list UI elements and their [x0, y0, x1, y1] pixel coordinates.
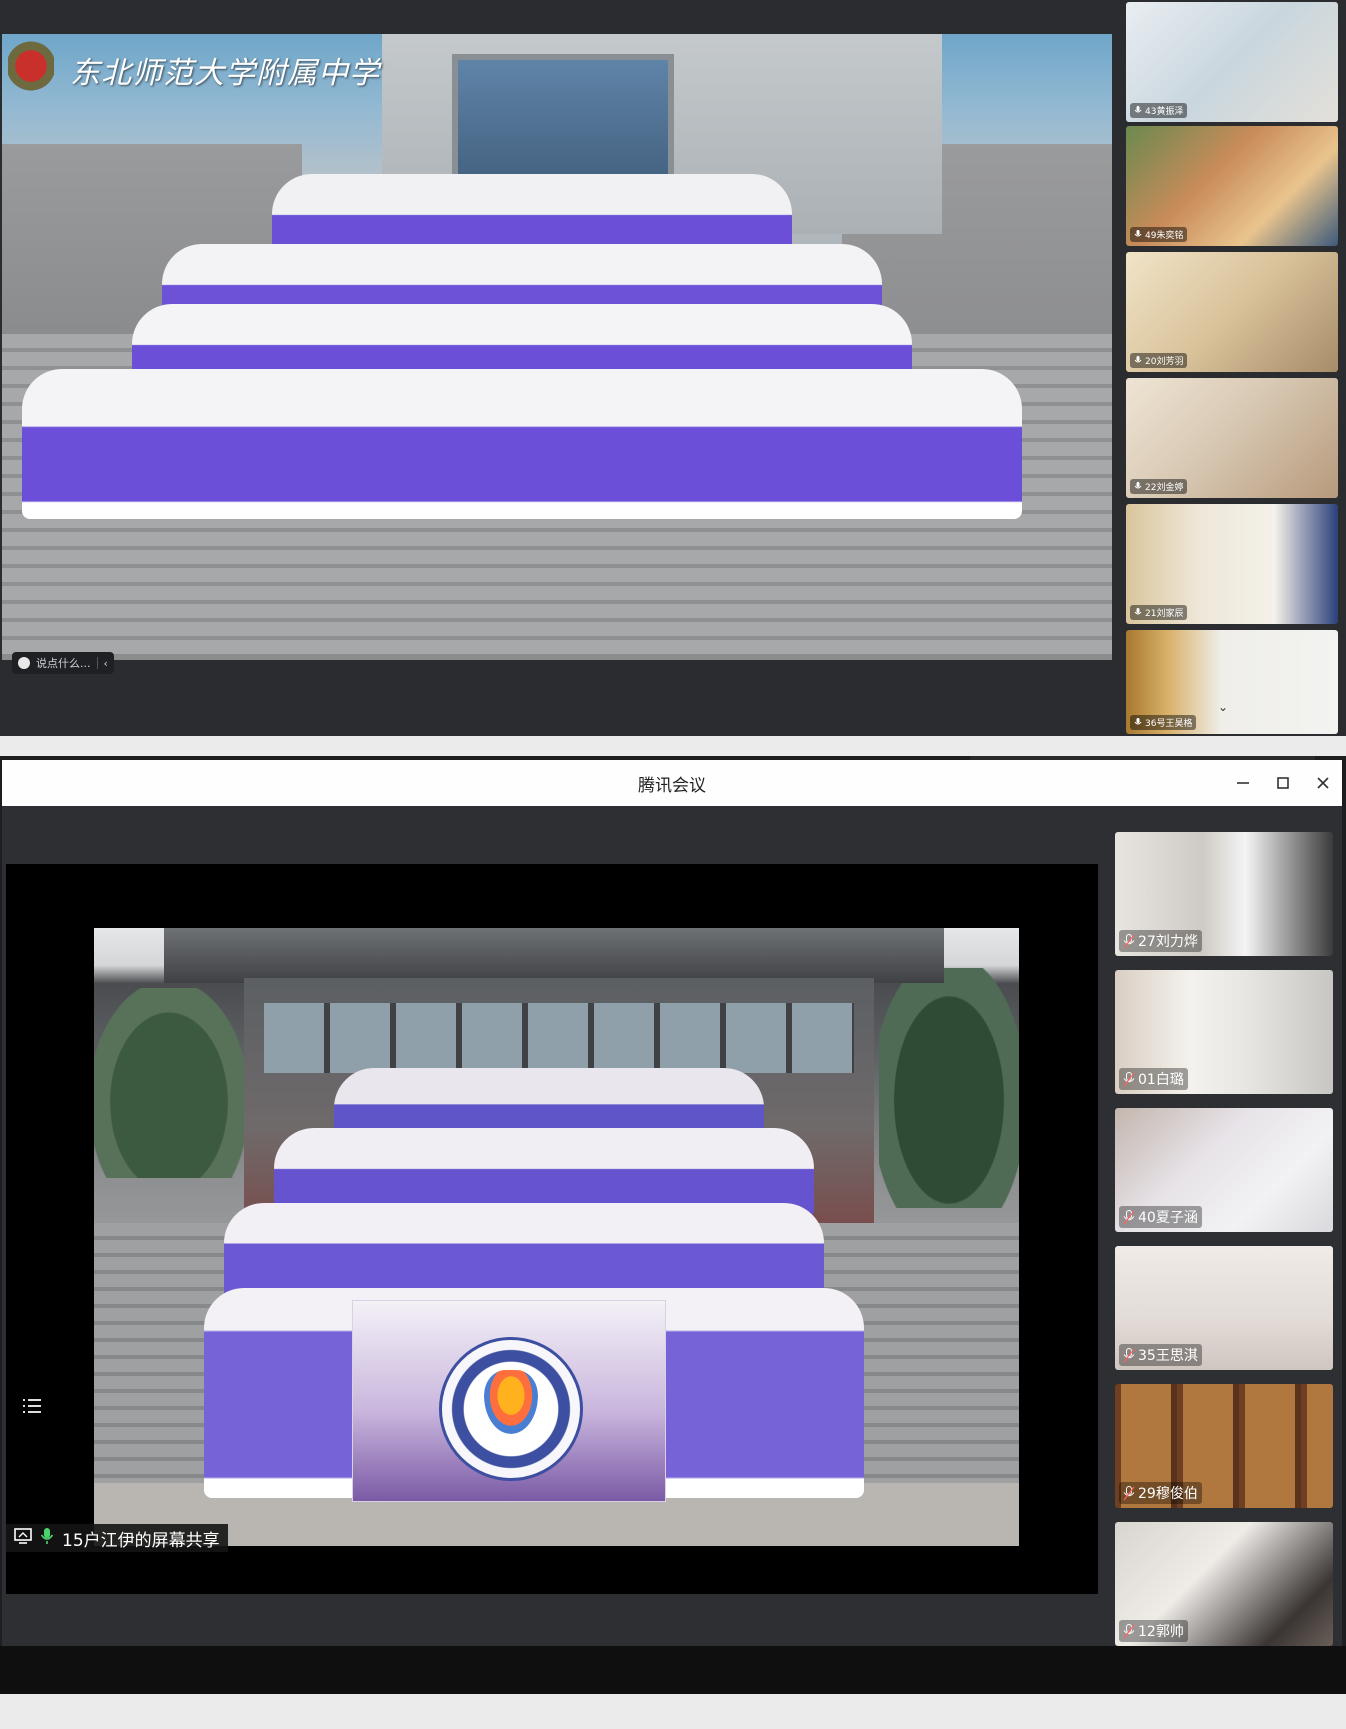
participant-tile[interactable]: 27刘力烨 [1115, 832, 1333, 956]
chevron-left-icon[interactable]: ‹ [104, 657, 108, 670]
class-photo-top: 东北师范大学附属中学 [2, 34, 1112, 660]
participant-name-tag: 20刘芳羽 [1130, 353, 1188, 368]
participant-tile[interactable]: ⌄ 36号王昊格 [1126, 630, 1338, 734]
mic-icon [1134, 718, 1142, 727]
screen-share-icon [14, 1527, 32, 1549]
mic-icon [1123, 1485, 1135, 1501]
chevron-down-icon[interactable]: ⌄ [1218, 700, 1228, 714]
mic-icon [1123, 1071, 1135, 1087]
participant-name: 49朱奕铭 [1145, 231, 1184, 241]
mic-icon [1134, 608, 1142, 617]
mic-icon [1134, 230, 1142, 239]
participant-name-tag: 29穆俊伯 [1119, 1482, 1202, 1504]
participant-tile[interactable]: 21刘家辰 [1126, 504, 1338, 624]
chat-input-pill[interactable]: 说点什么... ‹ [12, 652, 114, 674]
participant-name: 21刘家辰 [1145, 609, 1184, 619]
participant-tile[interactable]: 43黄振泽 [1126, 2, 1338, 122]
building-roof [164, 928, 944, 983]
class-emblem [439, 1337, 583, 1481]
top-shared-screen: 东北师范大学附属中学 [2, 34, 1112, 660]
building-windows [264, 1003, 854, 1073]
flame-swirl-icon [484, 1370, 538, 1434]
window-titlebar: 腾讯会议 [2, 760, 1342, 806]
app-title: 腾讯会议 [638, 775, 706, 796]
participant-name: 27刘力烨 [1138, 934, 1198, 950]
participant-tile[interactable]: 01白璐 [1115, 970, 1333, 1094]
top-meeting-screenshot: 东北师范大学附属中学 说点什么... ‹ 43黄振泽 49朱奕铭 20刘芳羽 2… [0, 0, 1346, 736]
screen-share-label: 15户江伊的屏幕共享 [6, 1524, 228, 1552]
participant-name-tag: 12郭帅 [1119, 1620, 1188, 1642]
bottom-bar [0, 1646, 1346, 1694]
minimize-icon[interactable] [1228, 768, 1258, 798]
participant-name: 35王思淇 [1138, 1348, 1198, 1364]
participant-name: 29穆俊伯 [1138, 1486, 1198, 1502]
chat-placeholder: 说点什么... [36, 657, 91, 670]
mic-icon [1134, 106, 1142, 115]
close-icon[interactable] [1308, 768, 1338, 798]
class-banner [352, 1300, 666, 1502]
participant-tile[interactable]: 12郭帅 [1115, 1522, 1333, 1646]
shared-screen [6, 864, 1098, 1594]
participant-name: 22刘金婷 [1145, 483, 1184, 493]
participant-name-tag: 01白璐 [1119, 1068, 1188, 1090]
share-label-text: 15户江伊的屏幕共享 [62, 1530, 220, 1551]
school-logo [8, 40, 54, 92]
school-name: 东北师范大学附属中学 [70, 56, 380, 91]
participant-name-tag: 49朱奕铭 [1130, 227, 1188, 242]
mic-icon [1123, 1209, 1135, 1225]
participant-name-tag: 40夏子涵 [1119, 1206, 1202, 1228]
participant-name-tag: 43黄振泽 [1130, 103, 1188, 118]
participant-name: 12郭帅 [1138, 1624, 1184, 1640]
participant-tile[interactable]: 35王思淇 [1115, 1246, 1333, 1370]
participant-name: 01白璐 [1138, 1072, 1184, 1088]
participant-tile[interactable]: 40夏子涵 [1115, 1108, 1333, 1232]
participant-tile[interactable]: 29穆俊伯 [1115, 1384, 1333, 1508]
participant-name-tag: 27刘力烨 [1119, 930, 1202, 952]
trees-right [879, 968, 1019, 1208]
top-participant-list: 43黄振泽 49朱奕铭 20刘芳羽 22刘金婷 21刘家辰 ⌄ 36号王昊格 [1114, 0, 1346, 736]
participant-name-tag: 22刘金婷 [1130, 479, 1188, 494]
mic-icon [40, 1527, 54, 1550]
participant-name: 43黄振泽 [1145, 107, 1184, 117]
divider [96, 657, 98, 669]
maximize-icon[interactable] [1268, 768, 1298, 798]
emoji-icon[interactable] [18, 657, 30, 669]
participant-name-tag: 36号王昊格 [1130, 715, 1197, 730]
bottom-participant-list: 27刘力烨 01白璐 40夏子涵 35王思淇 29穆俊伯 12郭帅 [1102, 806, 1342, 1646]
participant-name: 36号王昊格 [1145, 719, 1193, 729]
mic-icon [1123, 1623, 1135, 1639]
mic-icon [1134, 356, 1142, 365]
class-photo-bottom [94, 928, 1019, 1546]
students-group [22, 134, 1062, 624]
mic-icon [1123, 933, 1135, 949]
participant-tile[interactable]: 49朱奕铭 [1126, 126, 1338, 246]
participant-name-tag: 35王思淇 [1119, 1344, 1202, 1366]
participant-tile[interactable]: 22刘金婷 [1126, 378, 1338, 498]
participant-name: 20刘芳羽 [1145, 357, 1184, 367]
participant-tile[interactable]: 20刘芳羽 [1126, 252, 1338, 372]
mic-icon [1123, 1347, 1135, 1363]
list-icon[interactable] [20, 1394, 44, 1418]
meeting-main-area: 15户江伊的屏幕共享 [2, 806, 1102, 1646]
mic-icon [1134, 482, 1142, 491]
participant-name: 40夏子涵 [1138, 1210, 1198, 1226]
bottom-meeting-screenshot: 腾讯会议 15户江伊的屏幕共享 27刘力烨 01白璐 40夏子涵 35王思淇 2… [0, 756, 1346, 1694]
participant-name-tag: 21刘家辰 [1130, 605, 1188, 620]
